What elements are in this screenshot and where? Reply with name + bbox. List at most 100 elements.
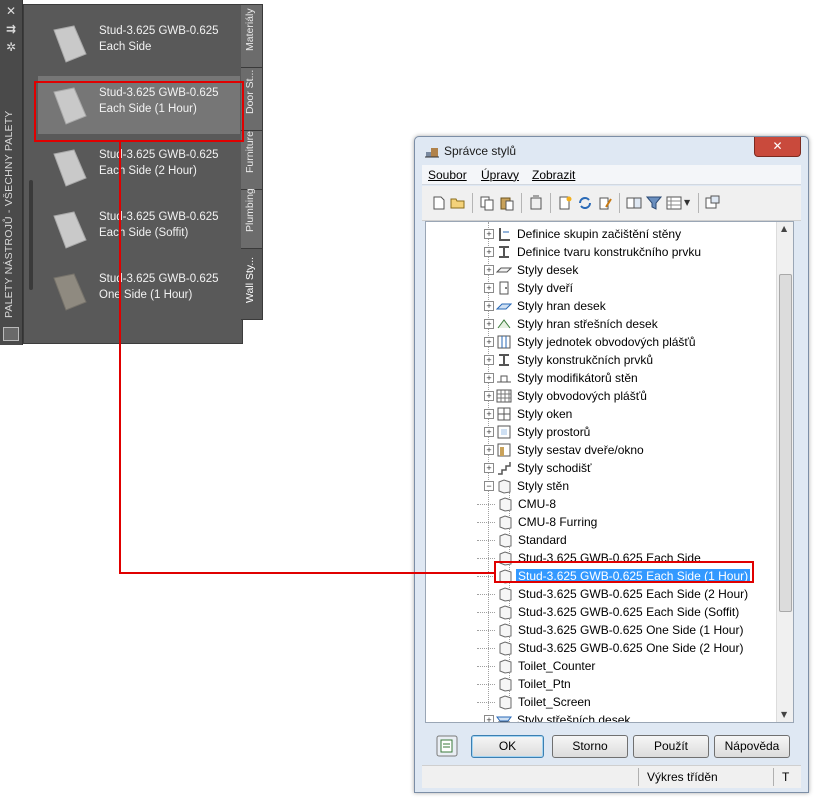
expand-icon[interactable]: +	[484, 283, 494, 293]
style-manager-icon	[425, 148, 439, 158]
status-right: T	[782, 770, 790, 784]
menu-upravy[interactable]: Úpravy	[481, 168, 519, 182]
tree-item[interactable]: + Styly prostorů	[472, 423, 772, 441]
tree-item[interactable]: + Styly sestav dveře/okno	[472, 441, 772, 459]
tree-item[interactable]: Stud-3.625 GWB-0.625 One Side (2 Hour)	[477, 639, 793, 657]
stair-icon	[498, 462, 511, 475]
tree-item[interactable]: + Styly konstrukčních prvků	[472, 351, 772, 369]
expand-icon[interactable]: +	[484, 409, 494, 419]
style-tree[interactable]: + Definice skupin začištění stěny + Definic…	[425, 221, 794, 723]
curtain-wall-unit-icon	[497, 335, 511, 349]
drawing-browser-icon[interactable]	[436, 735, 458, 757]
tree-item[interactable]: Toilet_Counter	[477, 657, 793, 675]
tree-item-label: Stud-3.625 GWB-0.625 Each Side (2 Hour)	[518, 587, 749, 601]
tree-item-label: Styly hran desek	[517, 299, 606, 313]
expand-icon[interactable]: +	[484, 265, 494, 275]
tab-door-styles[interactable]: Door St...	[241, 67, 263, 131]
wall-style-icon	[498, 479, 511, 494]
tab-furniture[interactable]: Furniture	[241, 130, 263, 190]
tree-item[interactable]: Standard	[477, 531, 793, 549]
tree-item[interactable]: + Styly dveří	[472, 279, 772, 297]
expand-icon[interactable]: +	[484, 229, 494, 239]
tree-item[interactable]: + Styly oken	[472, 405, 772, 423]
tree-item-label: Toilet_Ptn	[518, 677, 571, 691]
paste-icon[interactable]	[499, 195, 515, 211]
status-text: Výkres tříděn	[647, 770, 718, 784]
new-style-icon[interactable]	[557, 195, 573, 211]
expand-icon[interactable]: +	[484, 319, 494, 329]
edit-style-icon[interactable]	[597, 195, 613, 211]
expand-icon[interactable]: +	[484, 337, 494, 347]
menu-zobrazit[interactable]: Zobrazit	[532, 168, 575, 182]
purge-icon[interactable]	[528, 195, 544, 211]
scroll-up-icon[interactable]: ▲	[781, 224, 787, 233]
tree-item[interactable]: + Styly jednotek obvodových plášťů	[472, 333, 772, 351]
tree-item[interactable]: + Styly modifikátorů stěn	[472, 369, 772, 387]
expand-icon[interactable]: +	[484, 355, 494, 365]
copy-icon[interactable]	[479, 195, 495, 211]
palette-menu-icon[interactable]	[3, 327, 19, 341]
settings-icon[interactable]: ✲	[3, 40, 19, 54]
tab-materialy[interactable]: Materiály	[241, 4, 263, 68]
tree-item-label: Styly oken	[517, 407, 573, 421]
tree-item[interactable]: CMU-8 Furring	[477, 513, 793, 531]
tree-item[interactable]: Toilet_Ptn	[477, 675, 793, 693]
tree-scrollbar[interactable]: ▲ ▼	[776, 222, 793, 722]
tree-item[interactable]: Stud-3.625 GWB-0.625 Each Side (2 Hour)	[477, 585, 793, 603]
tree-item-label: Styly obvodových plášťů	[517, 389, 647, 403]
ok-button[interactable]: OK	[471, 735, 544, 758]
annotation-connector-vertical	[119, 140, 121, 573]
chevron-down-icon[interactable]: ▼	[684, 198, 690, 207]
tree-item[interactable]: − Styly stěn	[472, 477, 772, 495]
palette-title-strip: ✕ ⇉ ✲ PALETY NÁSTROJŮ - VŠECHNY PALETY	[0, 0, 23, 345]
menu-soubor[interactable]: Soubor	[428, 168, 467, 182]
tool-item[interactable]: Stud-3.625 GWB-0.625 Each Side (2 Hour)	[38, 138, 240, 196]
tree-item[interactable]: CMU-8	[477, 495, 793, 513]
wall-style-swatch-icon	[53, 273, 87, 311]
tree-item[interactable]: + Styly hran desek	[472, 297, 772, 315]
scroll-thumb[interactable]	[779, 274, 792, 612]
tab-plumbing[interactable]: Plumbing	[241, 188, 263, 249]
view-options-icon[interactable]	[666, 195, 682, 211]
tree-item[interactable]: + Definice skupin začištění stěny	[472, 225, 772, 243]
tree-item[interactable]: + Definice tvaru konstrukčního prvku	[472, 243, 772, 261]
tree-item[interactable]: Toilet_Screen	[477, 693, 793, 711]
inline-edit-icon[interactable]	[705, 195, 721, 211]
expand-icon[interactable]: +	[484, 373, 494, 383]
title-bar[interactable]: Správce stylů ✕	[415, 137, 808, 165]
tree-item[interactable]: + Styly obvodových plášťů	[472, 387, 772, 405]
tree-item-label: Stud-3.625 GWB-0.625 One Side (2 Hour)	[518, 641, 744, 655]
new-drawing-icon[interactable]	[431, 195, 447, 211]
expand-icon[interactable]: +	[484, 445, 494, 455]
wall-style-icon	[499, 695, 512, 710]
tree-item[interactable]: + Styly desek	[472, 261, 772, 279]
expand-icon[interactable]: +	[484, 301, 494, 311]
expand-icon[interactable]: +	[484, 427, 494, 437]
apply-button[interactable]: Použít	[633, 735, 709, 758]
expand-icon[interactable]: +	[484, 463, 494, 473]
close-button[interactable]: ✕	[754, 137, 801, 157]
set-from-icon[interactable]	[577, 195, 593, 211]
roof-slab-edge-icon	[497, 319, 511, 329]
help-button[interactable]: Nápověda	[714, 735, 790, 758]
tool-item[interactable]: Stud-3.625 GWB-0.625 Each Side (Soffit)	[38, 200, 240, 258]
tree-item[interactable]: Stud-3.625 GWB-0.625 One Side (1 Hour)	[477, 621, 793, 639]
cancel-button[interactable]: Storno	[552, 735, 628, 758]
tab-wall-styles[interactable]: Wall Sty...	[241, 248, 263, 320]
palette-scrollbar[interactable]	[29, 180, 33, 290]
expand-icon[interactable]: +	[484, 391, 494, 401]
close-icon[interactable]: ✕	[3, 4, 19, 18]
filter-icon[interactable]	[646, 195, 662, 211]
toggle-view-icon[interactable]	[626, 195, 642, 211]
collapse-icon[interactable]: −	[484, 481, 494, 491]
tree-item[interactable]: Stud-3.625 GWB-0.625 Each Side (Soffit)	[477, 603, 793, 621]
tree-item[interactable]: + Styly schodišť	[472, 459, 772, 477]
open-drawing-icon[interactable]	[450, 195, 466, 211]
tool-item[interactable]: Stud-3.625 GWB-0.625 Each Side	[38, 14, 240, 72]
scroll-down-icon[interactable]: ▼	[781, 710, 787, 719]
pin-icon[interactable]: ⇉	[3, 22, 19, 36]
tool-item[interactable]: Stud-3.625 GWB-0.625 One Side (1 Hour)	[38, 262, 240, 320]
tree-item[interactable]: + Styly hran střešních desek	[472, 315, 772, 333]
expand-icon[interactable]: +	[484, 247, 494, 257]
tree-item-label: Styly modifikátorů stěn	[517, 371, 638, 385]
